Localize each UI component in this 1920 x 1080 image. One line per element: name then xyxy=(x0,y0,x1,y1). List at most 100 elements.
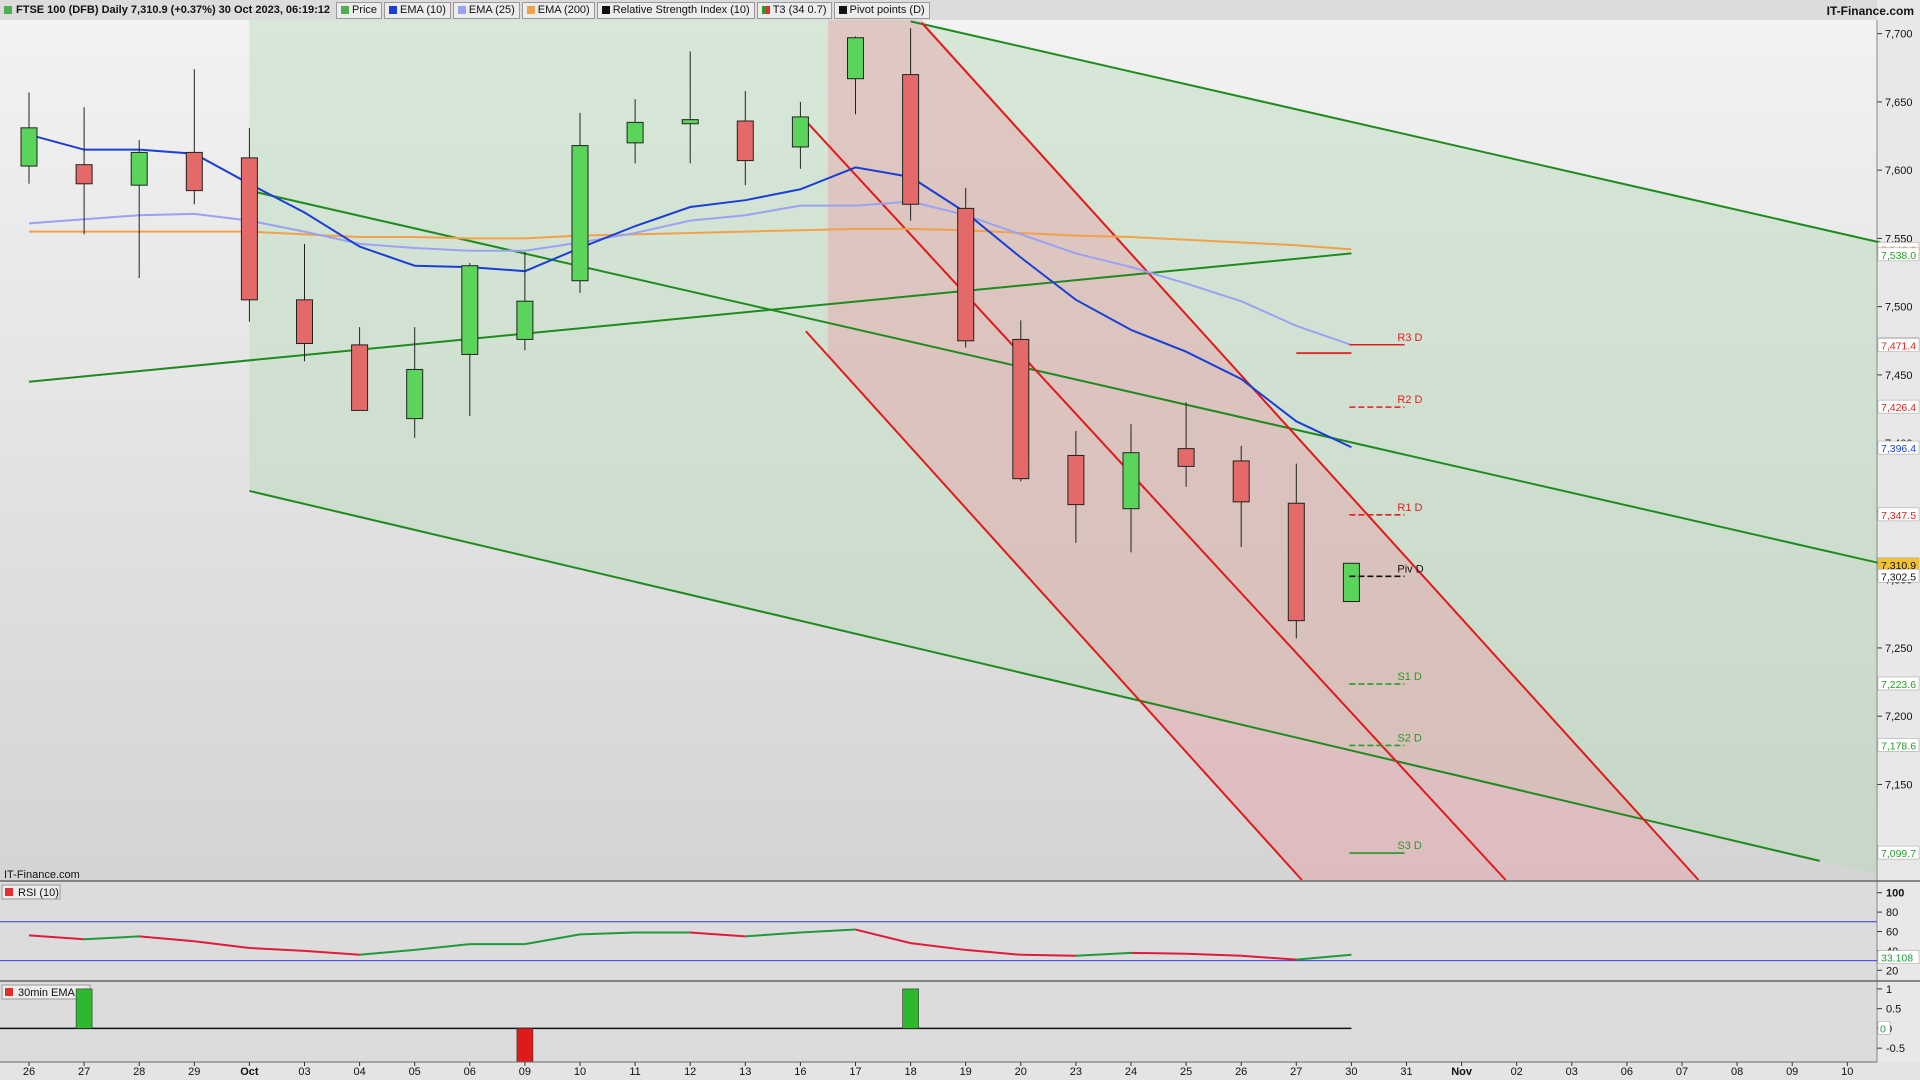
ema30-tick-label: 1 xyxy=(1886,984,1892,996)
y-tick-label: 7,650 xyxy=(1885,97,1913,109)
candle-body xyxy=(681,119,699,125)
pivot-label: R2 D xyxy=(1397,394,1422,406)
y-tick-label: 7,450 xyxy=(1885,370,1913,382)
candle-body xyxy=(185,151,203,192)
candle-body xyxy=(626,121,644,144)
price-tag-label: 7,426.4 xyxy=(1881,402,1916,414)
ema30-panel-bg xyxy=(0,983,1877,1060)
legend-swatch xyxy=(526,6,535,14)
candle-body xyxy=(296,299,313,345)
legend-swatch xyxy=(601,6,610,14)
pivot-label: R1 D xyxy=(1397,502,1422,514)
x-tick-label: Nov xyxy=(1451,1066,1473,1078)
legend-item-t3[interactable]: T3 (34 0.7) xyxy=(756,1,832,19)
x-tick-label: 27 xyxy=(1290,1066,1302,1078)
x-tick-label: 27 xyxy=(78,1066,90,1078)
ema30-tick-label: -0.5 xyxy=(1886,1043,1905,1055)
candle-body xyxy=(1122,452,1140,510)
legend-item-pivots[interactable]: Pivot points (D) xyxy=(833,1,930,19)
x-tick-label: 20 xyxy=(1015,1066,1027,1078)
x-tick-label: 09 xyxy=(1786,1066,1798,1078)
candle-body xyxy=(461,265,479,355)
x-tick-label: 03 xyxy=(1566,1066,1578,1078)
candle-body xyxy=(1177,448,1195,467)
price-tag-label: 7,178.6 xyxy=(1881,740,1916,752)
x-tick-label: 05 xyxy=(409,1066,421,1078)
x-tick-label: 19 xyxy=(960,1066,972,1078)
x-tick-label: 25 xyxy=(1180,1066,1192,1078)
ema30-bar xyxy=(75,988,93,1029)
brand-label: IT-Finance.com xyxy=(1826,4,1914,18)
x-tick-label: 10 xyxy=(574,1066,586,1078)
chart-title-text: FTSE 100 (DFB) Daily 7,310.9 (+0.37%) 30… xyxy=(16,4,330,16)
legend-item-rsi[interactable]: Relative Strength Index (10) xyxy=(596,1,755,19)
x-tick-label: 26 xyxy=(23,1066,35,1078)
pivot-label: S1 D xyxy=(1397,671,1422,683)
legend-swatch xyxy=(761,6,770,14)
pivot-label: R3 D xyxy=(1397,332,1422,344)
rsi-segment xyxy=(1130,951,1187,955)
watermark-label: IT-Finance.com xyxy=(4,869,80,881)
candle-body xyxy=(130,151,148,186)
x-tick-label: 26 xyxy=(1235,1066,1247,1078)
rsi-tick-label: 80 xyxy=(1886,907,1898,919)
candle-body xyxy=(736,120,754,162)
x-tick-label: 04 xyxy=(353,1066,365,1078)
legend-label: Price xyxy=(351,4,378,16)
x-tick-label: 06 xyxy=(464,1066,476,1078)
candle-body xyxy=(351,344,369,411)
rsi-label-swatch xyxy=(5,888,13,896)
legend-item-ema200[interactable]: EMA (200) xyxy=(521,1,595,19)
x-tick-label: 23 xyxy=(1070,1066,1082,1078)
candle-body xyxy=(1012,338,1030,480)
x-tick-label: 10 xyxy=(1841,1066,1853,1078)
ema30-label-swatch xyxy=(5,988,13,996)
legend-bar: FTSE 100 (DFB) Daily 7,310.9 (+0.37%) 30… xyxy=(0,0,932,20)
x-tick-label: 02 xyxy=(1511,1066,1523,1078)
candle-body xyxy=(1287,502,1305,622)
price-tag-label: 7,471.4 xyxy=(1881,341,1916,353)
candle-body xyxy=(20,127,38,167)
candle-body xyxy=(847,37,864,80)
y-tick-label: 7,500 xyxy=(1885,302,1913,314)
legend-swatch xyxy=(838,6,847,14)
candle-body xyxy=(406,368,424,420)
x-tick-label: 03 xyxy=(298,1066,310,1078)
x-tick-label: 24 xyxy=(1125,1066,1137,1078)
y-tick-label: 7,700 xyxy=(1885,29,1913,41)
rsi-current-label: 33.108 xyxy=(1881,953,1913,965)
price-tag-label: 7,347.5 xyxy=(1881,510,1916,522)
candle-body xyxy=(1342,562,1360,603)
price-tag-label: 7,396.4 xyxy=(1881,443,1916,455)
candle-body xyxy=(571,145,589,282)
legend-label: Pivot points (D) xyxy=(849,4,925,16)
ema30-bar xyxy=(902,988,919,1029)
chart-svg: 7,1507,2007,2507,3007,3507,4007,4507,500… xyxy=(0,0,1920,1080)
price-tag-label: 7,099.7 xyxy=(1881,848,1916,860)
legend-label: Relative Strength Index (10) xyxy=(612,4,750,16)
candle-body xyxy=(516,300,534,340)
y-tick-label: 7,600 xyxy=(1885,165,1913,177)
legend-item-price[interactable]: Price xyxy=(335,1,383,19)
x-tick-label: 17 xyxy=(849,1066,861,1078)
legend-item-ema25[interactable]: EMA (25) xyxy=(452,1,520,19)
candle-body xyxy=(1067,454,1085,506)
chart-title: FTSE 100 (DFB) Daily 7,310.9 (+0.37%) 30… xyxy=(0,4,336,16)
legend-label: EMA (200) xyxy=(537,4,590,16)
candle-body xyxy=(75,164,93,185)
pivot-label: S2 D xyxy=(1397,732,1422,744)
price-tag-label: 7,302.5 xyxy=(1881,571,1916,583)
x-tick-label: 18 xyxy=(904,1066,916,1078)
x-tick-label: 13 xyxy=(739,1066,751,1078)
rsi-label: RSI (10) xyxy=(18,887,59,899)
y-tick-label: 7,200 xyxy=(1885,711,1913,723)
price-tag-label: 7,538.0 xyxy=(1881,250,1916,262)
legend-item-ema10[interactable]: EMA (10) xyxy=(384,1,451,19)
y-tick-label: 7,150 xyxy=(1885,779,1913,791)
price-axis-bg xyxy=(1877,0,1920,1080)
x-tick-label: 09 xyxy=(519,1066,531,1078)
x-tick-label: 29 xyxy=(188,1066,200,1078)
candle-body xyxy=(957,207,975,342)
legend-label: EMA (10) xyxy=(400,4,446,16)
x-tick-label: 08 xyxy=(1731,1066,1743,1078)
